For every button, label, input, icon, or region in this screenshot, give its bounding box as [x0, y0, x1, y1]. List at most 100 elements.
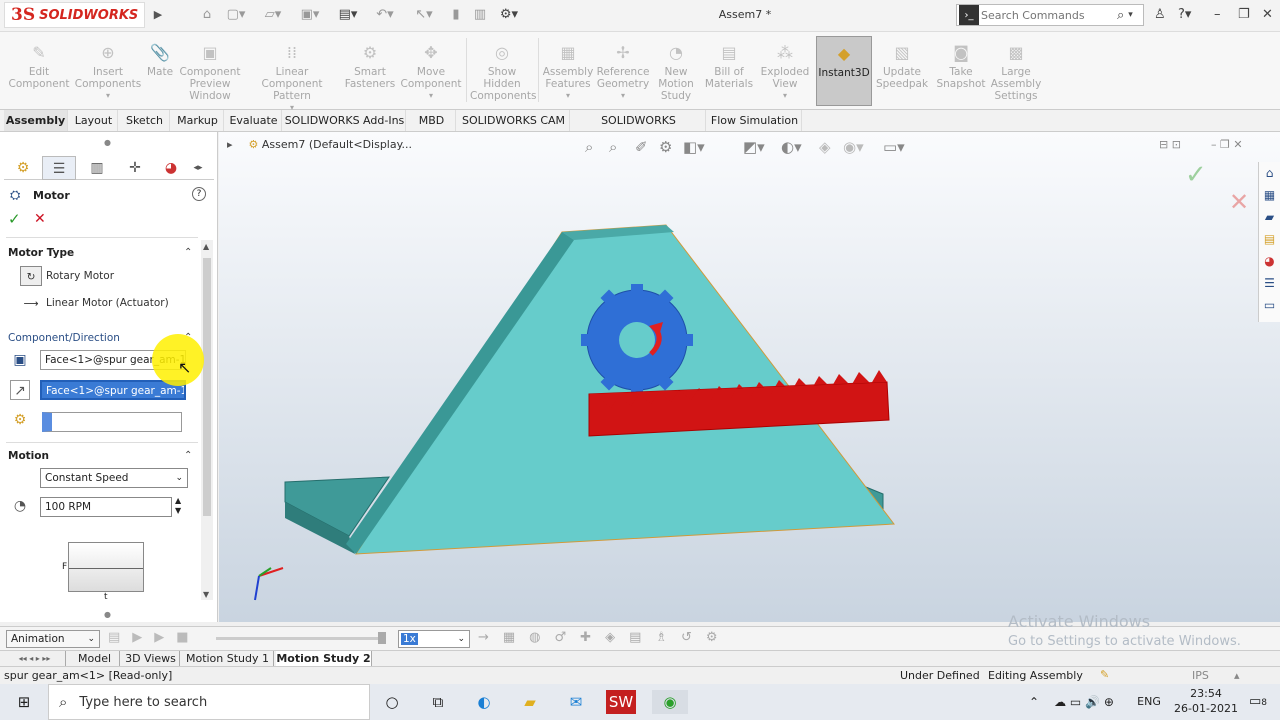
save-icon[interactable]: ▣▾ [296, 6, 324, 24]
motion-tools[interactable]: →▦◍♂✚◈▤♗↺⚙ [478, 630, 732, 645]
search-input[interactable] [981, 8, 1111, 22]
mate-button[interactable]: 📎 Mate [144, 36, 176, 106]
tab-mbd[interactable]: MBD [408, 110, 456, 131]
linear-motor-option[interactable]: ⟶ Linear Motor (Actuator) [20, 293, 169, 313]
chrome-icon[interactable]: ◉ [652, 690, 688, 714]
component-to-move-field[interactable] [42, 412, 182, 432]
tray-icons[interactable]: ☁ ▭ 🔊 ⊕ [1044, 690, 1124, 714]
solidworks-taskbar-icon[interactable]: SW [606, 690, 636, 714]
collapse-chevron-icon[interactable]: ⌃ [184, 247, 192, 258]
clock[interactable]: 23:54 26-01-2021 [1170, 686, 1242, 716]
scroll-up-icon[interactable]: ▲ [203, 242, 209, 251]
unit-system[interactable]: IPS [1192, 669, 1209, 682]
chevron-down-icon[interactable]: ▾ [1128, 10, 1133, 20]
menu-expand-icon[interactable]: ▶ [150, 6, 166, 24]
motion-type-select[interactable]: Constant Speed ⌄ [40, 468, 188, 488]
collapse-chevron-icon[interactable]: ⌃ [184, 450, 192, 461]
tab-model[interactable]: Model [70, 651, 120, 666]
language-indicator[interactable]: ENG [1134, 690, 1164, 714]
update-speedpak-button[interactable]: ▧ Update Speedpak [874, 36, 930, 106]
playback-speed-select[interactable]: 1x ⌄ [398, 630, 470, 648]
dimxpert-tab-icon[interactable]: ✛ [118, 156, 152, 180]
edit-component-button[interactable]: ✎ Edit Component [4, 36, 74, 106]
search-commands-box[interactable]: ›_ ⌕ ▾ [956, 4, 1144, 26]
rebuild-icon[interactable]: ▮ [448, 6, 464, 24]
chevron-up-icon[interactable]: ▴ [1234, 669, 1240, 682]
task-view-icon[interactable]: ⧉ [424, 690, 452, 714]
playback-controls[interactable]: ▤▶▶■ [108, 630, 201, 645]
panel-scrollbar[interactable]: ▲ ▼ [201, 240, 213, 600]
study-type-select[interactable]: Animation ⌄ [6, 630, 100, 648]
open-icon[interactable]: ▱▾ [256, 6, 290, 24]
select-icon[interactable]: ↖▾ [410, 6, 438, 24]
search-icon[interactable]: ⌕ [1117, 8, 1124, 23]
motor-direction-field[interactable]: Face<1>@spur gear_am-1 [40, 380, 186, 400]
show-hidden-button[interactable]: ◎ Show Hidden Components [470, 36, 536, 106]
edge-browser-icon[interactable]: ◐ [470, 690, 498, 714]
assembly-features-button[interactable]: ▦ Assembly Features ▾ [542, 36, 594, 106]
speed-input[interactable]: 100 RPM [40, 497, 172, 517]
tab-evaluate[interactable]: Evaluate [226, 110, 282, 131]
print-icon[interactable]: ▤▾ [334, 6, 362, 24]
tab-layout[interactable]: Layout [70, 110, 118, 131]
cortana-icon[interactable]: ○ [378, 690, 406, 714]
config-manager-tab-icon[interactable]: ▥ [80, 156, 114, 180]
component-preview-button[interactable]: ▣ Component Preview Window [178, 36, 242, 106]
custom-properties-icon[interactable]: ☰ [1259, 272, 1280, 294]
slider-thumb[interactable] [378, 632, 386, 644]
help-icon[interactable]: ? [192, 187, 206, 201]
taskbar-search[interactable]: ⌕ Type here to search [48, 684, 370, 720]
cancel-x-icon[interactable]: ✕ [34, 211, 46, 227]
tab-inspection[interactable]: SOLIDWORKS Inspection [572, 110, 706, 148]
design-library-icon[interactable]: ▦ [1259, 184, 1280, 206]
appearances-icon[interactable]: ◕ [1259, 250, 1280, 272]
exploded-view-button[interactable]: ⁂ Exploded View ▾ [758, 36, 812, 106]
forum-icon[interactable]: ▭ [1259, 294, 1280, 316]
playback-slider[interactable] [216, 632, 386, 644]
new-document-icon[interactable]: ▢▾ [222, 6, 250, 24]
file-explorer-icon[interactable]: ▰ [1259, 206, 1280, 228]
3d-model-view[interactable] [219, 132, 1280, 622]
view-palette-icon[interactable]: ▤ [1259, 228, 1280, 250]
tab-motion-study-2[interactable]: Motion Study 2 [276, 651, 372, 666]
tab-markup[interactable]: Markup [172, 110, 224, 131]
scroll-down-icon[interactable]: ▼ [203, 590, 209, 599]
restore-icon[interactable]: ❐ [1238, 7, 1250, 22]
bill-of-materials-button[interactable]: ▤ Bill of Materials [702, 36, 756, 106]
rotary-motor-option[interactable]: ↻ Rotary Motor [20, 266, 114, 286]
linear-pattern-button[interactable]: ⁞⁞ Linear Component Pattern ▾ [244, 36, 340, 112]
undo-icon[interactable]: ↶▾ [370, 6, 400, 24]
tab-3d-views[interactable]: 3D Views [122, 651, 180, 666]
tab-sketch[interactable]: Sketch [120, 110, 170, 131]
mail-icon[interactable]: ✉ [562, 690, 590, 714]
large-assembly-button[interactable]: ▩ Large Assembly Settings [990, 36, 1042, 106]
home-icon[interactable]: ⌂ [198, 6, 216, 24]
windows-start-icon[interactable]: ⊞ [10, 690, 38, 714]
rebuild-status-icon[interactable]: ✎ [1100, 668, 1109, 681]
tab-addins[interactable]: SOLIDWORKS Add-Ins [284, 110, 406, 131]
help-icon[interactable]: ?▾ [1178, 7, 1191, 22]
tab-motion-study-1[interactable]: Motion Study 1 [182, 651, 274, 666]
instant3d-button[interactable]: ◆ Instant3D [816, 36, 872, 106]
tab-flow-simulation[interactable]: Flow Simulation [708, 110, 802, 131]
property-manager-tab-icon[interactable]: ☰ [42, 156, 76, 180]
smart-fasteners-button[interactable]: ⚙ Smart Fasteners [342, 36, 398, 106]
feature-tree-tab-icon[interactable]: ⚙ [6, 156, 40, 180]
panel-tab-arrows-icon[interactable]: ◂▸ [186, 156, 210, 180]
file-explorer-icon[interactable]: ▰ [516, 690, 544, 714]
reverse-direction-icon[interactable]: ↗ [10, 380, 30, 400]
tab-scroll-arrows-icon[interactable]: ◂◂ ◂ ▸ ▸▸ [4, 651, 66, 666]
graphics-area[interactable]: ▸ ⚙ Assem7 (Default<Display... ⌕ ⌕ ✐ ⚙ ◧▾… [219, 132, 1280, 622]
tab-assembly[interactable]: Assembly [4, 110, 68, 131]
options-gear-icon[interactable]: ⚙▾ [494, 6, 524, 24]
scroll-thumb[interactable] [203, 258, 211, 516]
home-task-icon[interactable]: ⌂ [1259, 162, 1280, 184]
ok-check-icon[interactable]: ✓ [8, 210, 21, 228]
file-properties-icon[interactable]: ▥ [472, 6, 488, 24]
take-snapshot-button[interactable]: ◙ Take Snapshot [934, 36, 988, 106]
move-component-button[interactable]: ✥ Move Component ▾ [400, 36, 462, 106]
solidworks-logo[interactable]: 3S SOLIDWORKS [4, 2, 145, 28]
reference-geometry-button[interactable]: ✢ Reference Geometry ▾ [596, 36, 650, 106]
panel-splitter[interactable]: ● [104, 610, 111, 619]
new-motion-study-button[interactable]: ◔ New Motion Study [652, 36, 700, 106]
